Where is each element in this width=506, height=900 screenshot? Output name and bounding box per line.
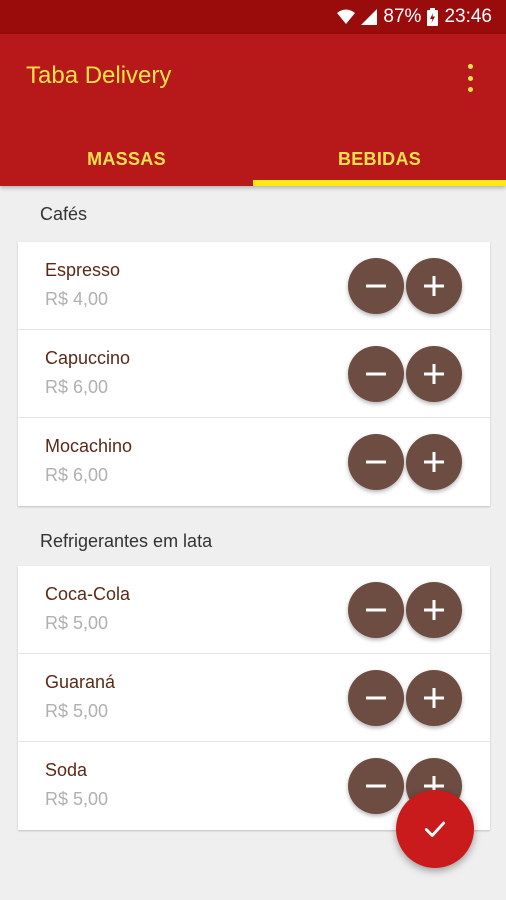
section-card: Coca-Cola R$ 5,00 Guaraná R$ 5,00 Soda R… — [18, 566, 490, 830]
decrease-button[interactable] — [348, 758, 404, 814]
decrease-button[interactable] — [348, 346, 404, 402]
tab-massas[interactable]: MASSAS — [0, 132, 253, 186]
list-item: Guaraná R$ 5,00 — [18, 654, 490, 742]
increase-button[interactable] — [406, 670, 462, 726]
item-price: R$ 5,00 — [45, 613, 109, 633]
plus-icon — [424, 276, 444, 296]
status-bar: 87% 23:46 — [0, 0, 506, 34]
increase-button[interactable] — [406, 346, 462, 402]
plus-icon — [424, 452, 444, 472]
minus-icon — [366, 372, 386, 376]
item-name: Guaraná — [45, 672, 116, 692]
increase-button[interactable] — [406, 582, 462, 638]
item-price: R$ 6,00 — [45, 465, 109, 485]
decrease-button[interactable] — [348, 670, 404, 726]
decrease-button[interactable] — [348, 258, 404, 314]
minus-icon — [366, 460, 386, 464]
list-item: Capuccino R$ 6,00 — [18, 330, 490, 418]
increase-button[interactable] — [406, 434, 462, 490]
item-name: Mocachino — [45, 436, 133, 456]
item-price: R$ 5,00 — [45, 701, 109, 721]
decrease-button[interactable] — [348, 434, 404, 490]
menu-list: Cafés Espresso R$ 4,00 Capuccino R$ 6,00… — [0, 186, 506, 830]
item-price: R$ 4,00 — [45, 289, 109, 309]
wifi-icon — [337, 9, 356, 25]
item-price: R$ 6,00 — [45, 377, 109, 397]
app-bar: Taba Delivery MASSAS BEBIDAS — [0, 34, 506, 186]
item-name: Capuccino — [45, 348, 131, 368]
confirm-order-button[interactable] — [396, 790, 474, 868]
list-item: Mocachino R$ 6,00 — [18, 418, 490, 506]
item-name: Coca-Cola — [45, 584, 131, 604]
list-item: Espresso R$ 4,00 — [18, 242, 490, 330]
signal-icon — [361, 9, 378, 25]
increase-button[interactable] — [406, 258, 462, 314]
check-icon — [424, 821, 446, 837]
section-title: Refrigerantes em lata — [40, 530, 213, 551]
tab-label: MASSAS — [87, 148, 166, 169]
plus-icon — [424, 600, 444, 620]
item-price: R$ 5,00 — [45, 789, 109, 809]
clock: 23:46 — [444, 6, 492, 27]
tab-label: BEBIDAS — [337, 148, 422, 169]
plus-icon — [424, 688, 444, 708]
plus-icon — [424, 364, 444, 384]
app-title: Taba Delivery — [26, 62, 172, 89]
list-item: Coca-Cola R$ 5,00 — [18, 566, 490, 654]
more-vert-icon[interactable] — [464, 64, 476, 92]
battery-percent: 87% — [383, 6, 422, 27]
minus-icon — [366, 784, 386, 788]
minus-icon — [366, 284, 386, 288]
item-name: Soda — [45, 760, 88, 780]
section-card: Espresso R$ 4,00 Capuccino R$ 6,00 Mocac… — [18, 242, 490, 506]
tab-bar: MASSAS BEBIDAS — [0, 132, 506, 186]
minus-icon — [366, 608, 386, 612]
item-name: Espresso — [45, 260, 121, 280]
decrease-button[interactable] — [348, 582, 404, 638]
section-title: Cafés — [40, 203, 88, 224]
tab-bebidas[interactable]: BEBIDAS — [253, 132, 506, 186]
battery-icon — [427, 8, 439, 26]
minus-icon — [366, 696, 386, 700]
